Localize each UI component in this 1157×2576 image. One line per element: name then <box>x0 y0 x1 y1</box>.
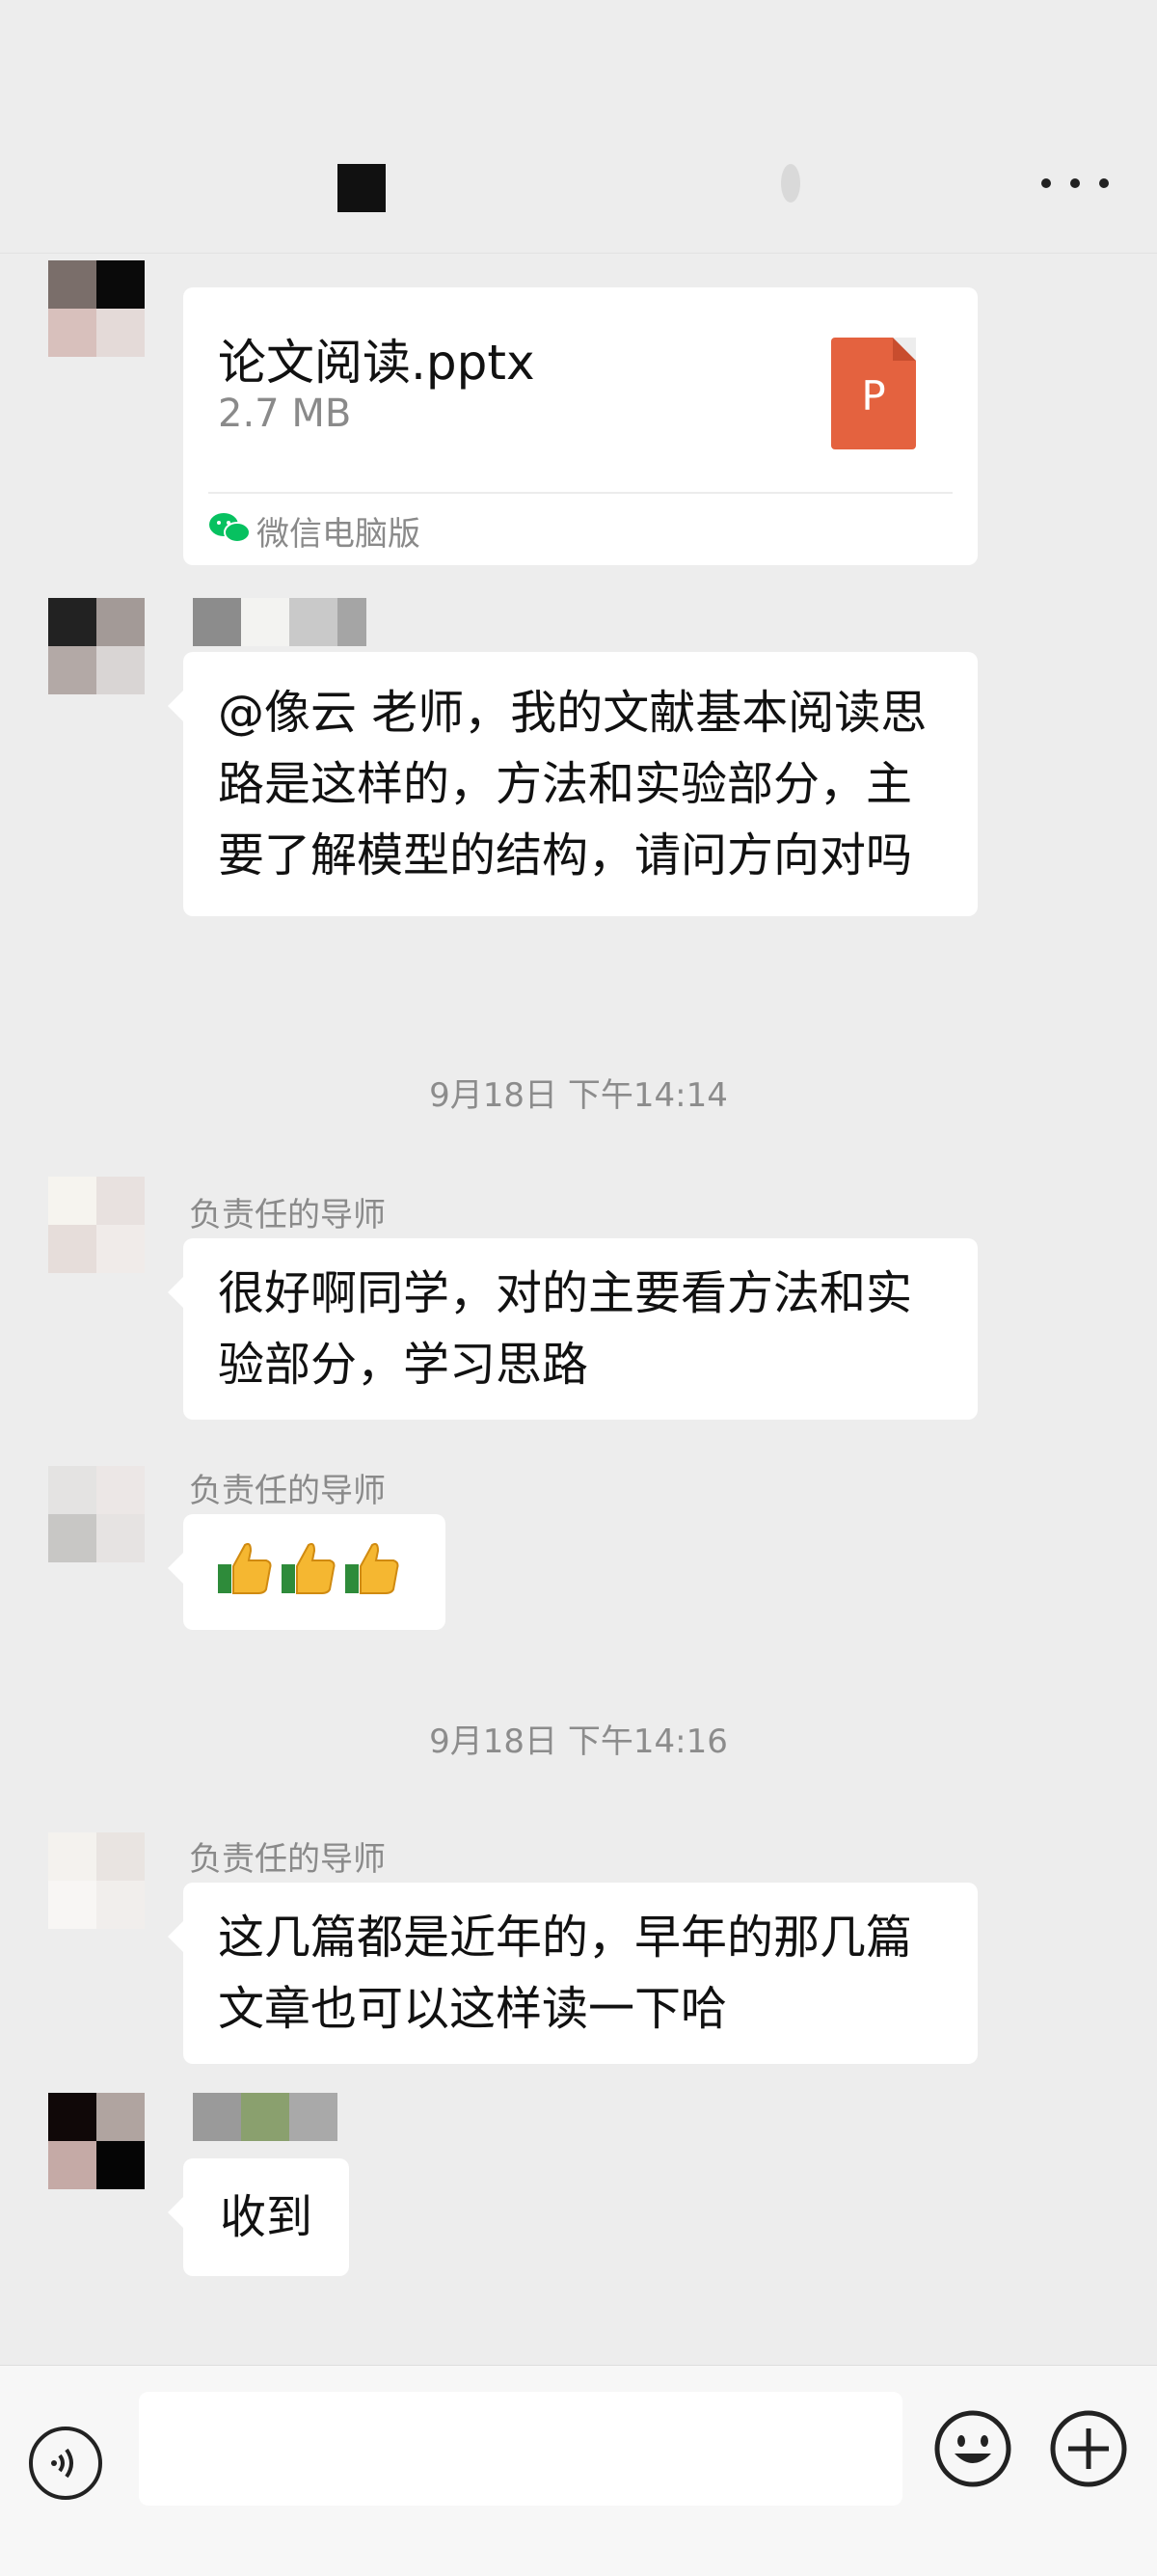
file-size: 2.7 MB <box>218 392 352 436</box>
sender-name: 负责任的导师 <box>189 1196 386 1234</box>
thumbs-up-icon <box>218 1542 272 1594</box>
timestamp: 9月18日 下午14:16 <box>429 1722 728 1761</box>
file-name: 论文阅读.pptx <box>218 335 535 391</box>
avatar[interactable] <box>48 2093 145 2189</box>
sender-name-redacted <box>193 2093 337 2141</box>
voice-icon <box>51 2448 73 2479</box>
message-bubble[interactable]: 很好啊同学，对的主要看方法和实验部分，学习思路 <box>168 1238 978 1420</box>
message-text: 收到 <box>220 2190 313 2244</box>
more-dots-icon <box>1041 178 1051 188</box>
emoji-row <box>216 1514 413 1630</box>
plus-circle-icon[interactable] <box>1049 2409 1128 2488</box>
avatar[interactable] <box>48 260 145 357</box>
sender-name-redacted <box>193 598 366 646</box>
thumbs-up-icon <box>345 1542 399 1594</box>
sender-name: 负责任的导师 <box>189 1840 386 1879</box>
message-text: 这几篇都是近年的，早年的那几篇文章也可以这样读一下哈 <box>218 1911 913 2036</box>
chat-header <box>0 0 1157 254</box>
thumbs-up-icon <box>282 1542 336 1594</box>
divider <box>208 492 953 494</box>
message-bubble[interactable]: @像云 老师，我的文献基本阅读思路是这样的，方法和实验部分，主要了解模型的结构，… <box>168 652 978 916</box>
emoji-bubble[interactable] <box>168 1514 445 1630</box>
avatar[interactable] <box>48 1832 145 1929</box>
wechat-icon <box>209 513 251 543</box>
timestamp: 9月18日 下午14:14 <box>429 1076 728 1115</box>
more-button[interactable] <box>1041 159 1109 207</box>
chat-title-redacted-mark <box>781 164 800 203</box>
file-message[interactable]: 论文阅读.pptx 2.7 MB P 微信电脑版 <box>183 287 978 565</box>
message-bubble[interactable]: 收到 <box>168 2158 349 2276</box>
smiley-icon[interactable] <box>933 2409 1012 2488</box>
chat-title-redacted <box>337 164 386 212</box>
message-bubble[interactable]: 这几篇都是近年的，早年的那几篇文章也可以这样读一下哈 <box>168 1883 978 2064</box>
message-input[interactable] <box>139 2392 902 2506</box>
voice-button[interactable] <box>29 2427 102 2500</box>
avatar[interactable] <box>48 1177 145 1273</box>
avatar[interactable] <box>48 1466 145 1562</box>
file-source-label: 微信电脑版 <box>256 515 420 554</box>
avatar[interactable] <box>48 598 145 694</box>
message-text: 很好啊同学，对的主要看方法和实验部分，学习思路 <box>218 1266 913 1392</box>
input-bar <box>0 2365 1157 2576</box>
message-text: @像云 老师，我的文献基本阅读思路是这样的，方法和实验部分，主要了解模型的结构，… <box>218 686 928 882</box>
ppt-file-icon: P <box>831 338 916 449</box>
sender-name: 负责任的导师 <box>189 1472 386 1510</box>
